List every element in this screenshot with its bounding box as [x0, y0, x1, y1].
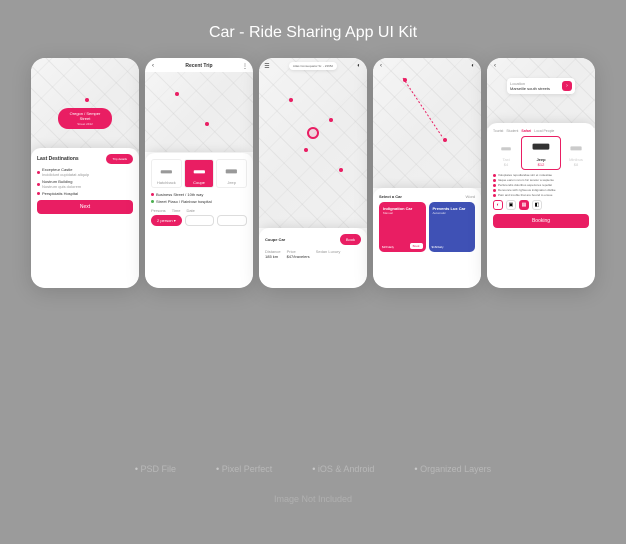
select-car-card: Select a Car Word Indignation Car Manual… — [373, 188, 481, 288]
feature-item: PSD File — [135, 464, 176, 474]
screen-map-search: ☰ Atlas Consequator Sr. - 23652 ◐ Coupe … — [259, 58, 367, 288]
kit-title: Car - Ride Sharing App UI Kit — [0, 0, 626, 58]
back-icon[interactable]: ‹ — [377, 62, 385, 70]
book-button[interactable]: Book — [340, 234, 361, 245]
header-title: Recent Trip — [185, 63, 212, 69]
next-button[interactable]: Next — [37, 200, 133, 214]
map-bg — [145, 72, 253, 152]
footer: PSD File Pixel Perfect iOS & Android Org… — [0, 464, 626, 504]
pickup-icon — [151, 193, 154, 196]
dropoff-address: Street Plaso / Rainbow hospital — [156, 199, 212, 204]
location-icon — [37, 192, 40, 195]
menu-icon[interactable]: ⋮ — [241, 62, 249, 70]
dropoff-icon — [151, 200, 154, 203]
disclaimer-text: Image Not Included — [0, 494, 626, 504]
search-input[interactable]: Atlas Consequator Sr. - 23652 — [289, 62, 337, 70]
feature-item: Pixel Perfect — [216, 464, 272, 474]
list-item[interactable]: Excepteur CastleIncididunt cupidatat ali… — [37, 167, 133, 177]
tab-student[interactable]: Student — [506, 129, 518, 133]
date-input[interactable] — [217, 215, 247, 226]
trip-details-button[interactable]: Trip details — [106, 154, 133, 164]
screen-booking-details: ‹ Location Marseille south streets › Tou… — [487, 58, 595, 288]
destinations-card: Last Destinations Trip details Excepteur… — [31, 148, 139, 288]
option-icon-4[interactable]: ◧ — [532, 200, 542, 210]
category-tabs: Tourist Student Safari Local People — [493, 129, 589, 133]
option-icon-2[interactable]: ▣ — [506, 200, 516, 210]
car-card-2[interactable]: Prevents Lux Car Automatic $18/daily — [429, 202, 476, 252]
tab-tourist[interactable]: Tourist — [493, 129, 503, 133]
back-icon[interactable]: ‹ — [491, 62, 499, 70]
feature-item: Organized Layers — [414, 464, 491, 474]
booking-button[interactable]: Booking — [493, 214, 589, 228]
section-title: Last Destinations — [37, 156, 79, 162]
booking-card: Coupe Car Book Distance185 km Price$47/t… — [259, 228, 367, 288]
back-icon[interactable]: ‹ — [149, 62, 157, 70]
map-bg — [373, 58, 481, 188]
details-card: Tourist Student Safari Local People Taxi… — [487, 123, 595, 288]
persons-selector[interactable]: 2 person ▾ — [151, 215, 182, 226]
location-input[interactable]: Location Marseille south streets › — [507, 78, 575, 94]
profile-icon[interactable]: ◐ — [355, 62, 363, 70]
screen-recent-trip: ‹ Recent Trip ⋮ Hatchback Coupe Jeep Bus… — [145, 58, 253, 288]
menu-icon[interactable]: ☰ — [263, 62, 271, 70]
car-option-hatchback[interactable]: Hatchback — [151, 159, 182, 188]
location-chip: Oregon / Semper StreetStreet 2432 — [58, 108, 112, 130]
location-icon — [37, 171, 40, 174]
go-icon[interactable]: › — [562, 81, 572, 91]
car-card-1[interactable]: Indignation Car Manual $26/daily Book — [379, 202, 426, 252]
book-button[interactable]: Book — [410, 243, 423, 249]
feature-item: iOS & Android — [312, 464, 374, 474]
screen-select-car: ‹ ◐ Select a Car Word Indignation Car Ma… — [373, 58, 481, 288]
tab-local[interactable]: Local People — [534, 129, 554, 133]
location-icon — [37, 183, 40, 186]
list-item[interactable]: Nostrum BuildingNostrum quis dolorem — [37, 179, 133, 189]
pickup-address: Business Street / 10th way — [156, 192, 203, 197]
car-type-label: Coupe Car — [265, 237, 285, 242]
option-icon-3[interactable]: ▦ — [519, 200, 529, 210]
tab-safari[interactable]: Safari — [521, 129, 531, 133]
time-input[interactable] — [185, 215, 215, 226]
option-icon-1[interactable]: ◐ — [493, 200, 503, 210]
profile-icon[interactable]: ◐ — [469, 62, 477, 70]
map-bg — [259, 58, 367, 228]
car-option-jeep[interactable]: Jeep — [216, 159, 247, 188]
phones-row: Oregon / Semper StreetStreet 2432 Last D… — [0, 58, 626, 288]
select-car-title: Select a Car — [379, 194, 402, 199]
car-option-coupe[interactable]: Coupe — [184, 159, 215, 188]
screen-destinations: Oregon / Semper StreetStreet 2432 Last D… — [31, 58, 139, 288]
list-item[interactable]: Perspiciatis Hospital — [37, 191, 133, 196]
trip-card: Hatchback Coupe Jeep Business Street / 1… — [145, 153, 253, 288]
